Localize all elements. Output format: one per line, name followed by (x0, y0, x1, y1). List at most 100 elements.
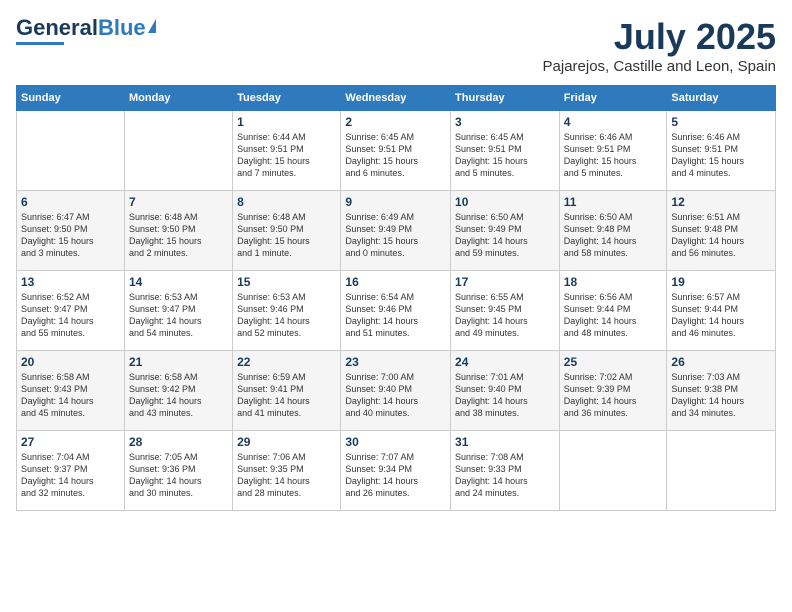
day-number: 19 (671, 275, 771, 289)
calendar-week-4: 20Sunrise: 6:58 AM Sunset: 9:43 PM Dayli… (17, 351, 776, 431)
day-number: 5 (671, 115, 771, 129)
day-info: Sunrise: 6:53 AM Sunset: 9:46 PM Dayligh… (237, 291, 336, 340)
calendar-cell: 23Sunrise: 7:00 AM Sunset: 9:40 PM Dayli… (341, 351, 451, 431)
calendar-cell: 28 Sunrise: 7:05 AM Sunset: 9:36 PM Dayli… (124, 431, 232, 511)
calendar-cell: 22 Sunrise: 6:59 AM Sunset: 9:41 PM Dayli… (233, 351, 341, 431)
day-number: 23 (345, 355, 446, 369)
day-number: 18 (564, 275, 663, 289)
calendar-cell: 25Sunrise: 7:02 AM Sunset: 9:39 PM Dayli… (559, 351, 667, 431)
calendar-cell: 12 Sunrise: 6:51 AM Sunset: 9:48 PM Dayli… (667, 191, 776, 271)
day-number: 17 (455, 275, 555, 289)
day-number: 20 (21, 355, 120, 369)
title-block: July 2025 Pajarejos, Castille and Leon, … (543, 16, 776, 75)
day-info: Sunrise: 7:08 AM Sunset: 9:33 PM Dayligh… (455, 451, 555, 500)
location-title: Pajarejos, Castille and Leon, Spain (543, 58, 776, 75)
weekday-header-wednesday: Wednesday (341, 86, 451, 111)
calendar-cell: 17 Sunrise: 6:55 AM Sunset: 9:45 PM Dayli… (451, 271, 560, 351)
day-number: 7 (129, 195, 228, 209)
day-number: 30 (345, 435, 446, 449)
day-info: Sunrise: 6:46 AM Sunset: 9:51 PM Dayligh… (671, 131, 771, 180)
calendar-cell (559, 431, 667, 511)
weekday-header-monday: Monday (124, 86, 232, 111)
day-info: Sunrise: 6:45 AM Sunset: 9:51 PM Dayligh… (345, 131, 446, 180)
day-info: Sunrise: 6:55 AM Sunset: 9:45 PM Dayligh… (455, 291, 555, 340)
day-number: 27 (21, 435, 120, 449)
logo-text: GeneralBlue (16, 16, 146, 40)
weekday-header-sunday: Sunday (17, 86, 125, 111)
day-info: Sunrise: 6:50 AM Sunset: 9:48 PM Dayligh… (564, 211, 663, 260)
logo-triangle-icon (148, 19, 156, 33)
day-number: 28 (129, 435, 228, 449)
calendar-week-2: 6Sunrise: 6:47 AM Sunset: 9:50 PM Daylig… (17, 191, 776, 271)
calendar-cell: 15 Sunrise: 6:53 AM Sunset: 9:46 PM Dayli… (233, 271, 341, 351)
weekday-header-tuesday: Tuesday (233, 86, 341, 111)
day-number: 12 (671, 195, 771, 209)
day-info: Sunrise: 6:49 AM Sunset: 9:49 PM Dayligh… (345, 211, 446, 260)
page-header: GeneralBlue July 2025 Pajarejos, Castill… (16, 16, 776, 75)
calendar-cell: 3Sunrise: 6:45 AM Sunset: 9:51 PM Daylig… (451, 111, 560, 191)
day-number: 1 (237, 115, 336, 129)
day-info: Sunrise: 6:48 AM Sunset: 9:50 PM Dayligh… (129, 211, 228, 260)
day-info: Sunrise: 6:52 AM Sunset: 9:47 PM Dayligh… (21, 291, 120, 340)
logo-underline (16, 42, 64, 45)
calendar-week-5: 27Sunrise: 7:04 AM Sunset: 9:37 PM Dayli… (17, 431, 776, 511)
day-info: Sunrise: 7:07 AM Sunset: 9:34 PM Dayligh… (345, 451, 446, 500)
calendar-cell: 9 Sunrise: 6:49 AM Sunset: 9:49 PM Daylig… (341, 191, 451, 271)
weekday-header-friday: Friday (559, 86, 667, 111)
weekday-header-thursday: Thursday (451, 86, 560, 111)
calendar-cell: 19 Sunrise: 6:57 AM Sunset: 9:44 PM Dayli… (667, 271, 776, 351)
calendar-cell: 27Sunrise: 7:04 AM Sunset: 9:37 PM Dayli… (17, 431, 125, 511)
day-number: 24 (455, 355, 555, 369)
day-info: Sunrise: 6:59 AM Sunset: 9:41 PM Dayligh… (237, 371, 336, 420)
calendar-cell (667, 431, 776, 511)
day-number: 13 (21, 275, 120, 289)
day-info: Sunrise: 6:44 AM Sunset: 9:51 PM Dayligh… (237, 131, 336, 180)
month-title: July 2025 (543, 16, 776, 58)
calendar-cell: 4 Sunrise: 6:46 AM Sunset: 9:51 PM Daylig… (559, 111, 667, 191)
calendar-cell: 16 Sunrise: 6:54 AM Sunset: 9:46 PM Dayli… (341, 271, 451, 351)
day-info: Sunrise: 7:05 AM Sunset: 9:36 PM Dayligh… (129, 451, 228, 500)
day-info: Sunrise: 6:54 AM Sunset: 9:46 PM Dayligh… (345, 291, 446, 340)
day-info: Sunrise: 6:58 AM Sunset: 9:42 PM Dayligh… (129, 371, 228, 420)
calendar-week-3: 13 Sunrise: 6:52 AM Sunset: 9:47 PM Dayli… (17, 271, 776, 351)
calendar-cell: 8 Sunrise: 6:48 AM Sunset: 9:50 PM Daylig… (233, 191, 341, 271)
calendar-cell: 5 Sunrise: 6:46 AM Sunset: 9:51 PM Daylig… (667, 111, 776, 191)
calendar-cell: 24Sunrise: 7:01 AM Sunset: 9:40 PM Dayli… (451, 351, 560, 431)
day-number: 15 (237, 275, 336, 289)
calendar-cell: 13 Sunrise: 6:52 AM Sunset: 9:47 PM Dayli… (17, 271, 125, 351)
day-number: 16 (345, 275, 446, 289)
calendar-cell: 18Sunrise: 6:56 AM Sunset: 9:44 PM Dayli… (559, 271, 667, 351)
day-number: 8 (237, 195, 336, 209)
calendar-cell: 31 Sunrise: 7:08 AM Sunset: 9:33 PM Dayli… (451, 431, 560, 511)
calendar-header: SundayMondayTuesdayWednesdayThursdayFrid… (17, 86, 776, 111)
day-info: Sunrise: 6:57 AM Sunset: 9:44 PM Dayligh… (671, 291, 771, 340)
day-number: 10 (455, 195, 555, 209)
calendar-table: SundayMondayTuesdayWednesdayThursdayFrid… (16, 85, 776, 511)
day-info: Sunrise: 7:03 AM Sunset: 9:38 PM Dayligh… (671, 371, 771, 420)
calendar-cell: 14 Sunrise: 6:53 AM Sunset: 9:47 PM Dayli… (124, 271, 232, 351)
day-info: Sunrise: 6:51 AM Sunset: 9:48 PM Dayligh… (671, 211, 771, 260)
calendar-cell: 21 Sunrise: 6:58 AM Sunset: 9:42 PM Dayli… (124, 351, 232, 431)
day-number: 22 (237, 355, 336, 369)
day-number: 14 (129, 275, 228, 289)
calendar-cell: 7 Sunrise: 6:48 AM Sunset: 9:50 PM Daylig… (124, 191, 232, 271)
day-info: Sunrise: 7:02 AM Sunset: 9:39 PM Dayligh… (564, 371, 663, 420)
calendar-cell: 2Sunrise: 6:45 AM Sunset: 9:51 PM Daylig… (341, 111, 451, 191)
calendar-cell (124, 111, 232, 191)
day-number: 3 (455, 115, 555, 129)
day-info: Sunrise: 6:53 AM Sunset: 9:47 PM Dayligh… (129, 291, 228, 340)
day-info: Sunrise: 6:46 AM Sunset: 9:51 PM Dayligh… (564, 131, 663, 180)
day-number: 29 (237, 435, 336, 449)
day-number: 4 (564, 115, 663, 129)
calendar-cell: 26 Sunrise: 7:03 AM Sunset: 9:38 PM Dayli… (667, 351, 776, 431)
day-number: 31 (455, 435, 555, 449)
day-number: 9 (345, 195, 446, 209)
day-number: 26 (671, 355, 771, 369)
day-number: 21 (129, 355, 228, 369)
calendar-cell: 20Sunrise: 6:58 AM Sunset: 9:43 PM Dayli… (17, 351, 125, 431)
day-info: Sunrise: 6:48 AM Sunset: 9:50 PM Dayligh… (237, 211, 336, 260)
day-info: Sunrise: 6:50 AM Sunset: 9:49 PM Dayligh… (455, 211, 555, 260)
logo: GeneralBlue (16, 16, 156, 45)
calendar-cell: 29Sunrise: 7:06 AM Sunset: 9:35 PM Dayli… (233, 431, 341, 511)
calendar-cell: 30 Sunrise: 7:07 AM Sunset: 9:34 PM Dayli… (341, 431, 451, 511)
